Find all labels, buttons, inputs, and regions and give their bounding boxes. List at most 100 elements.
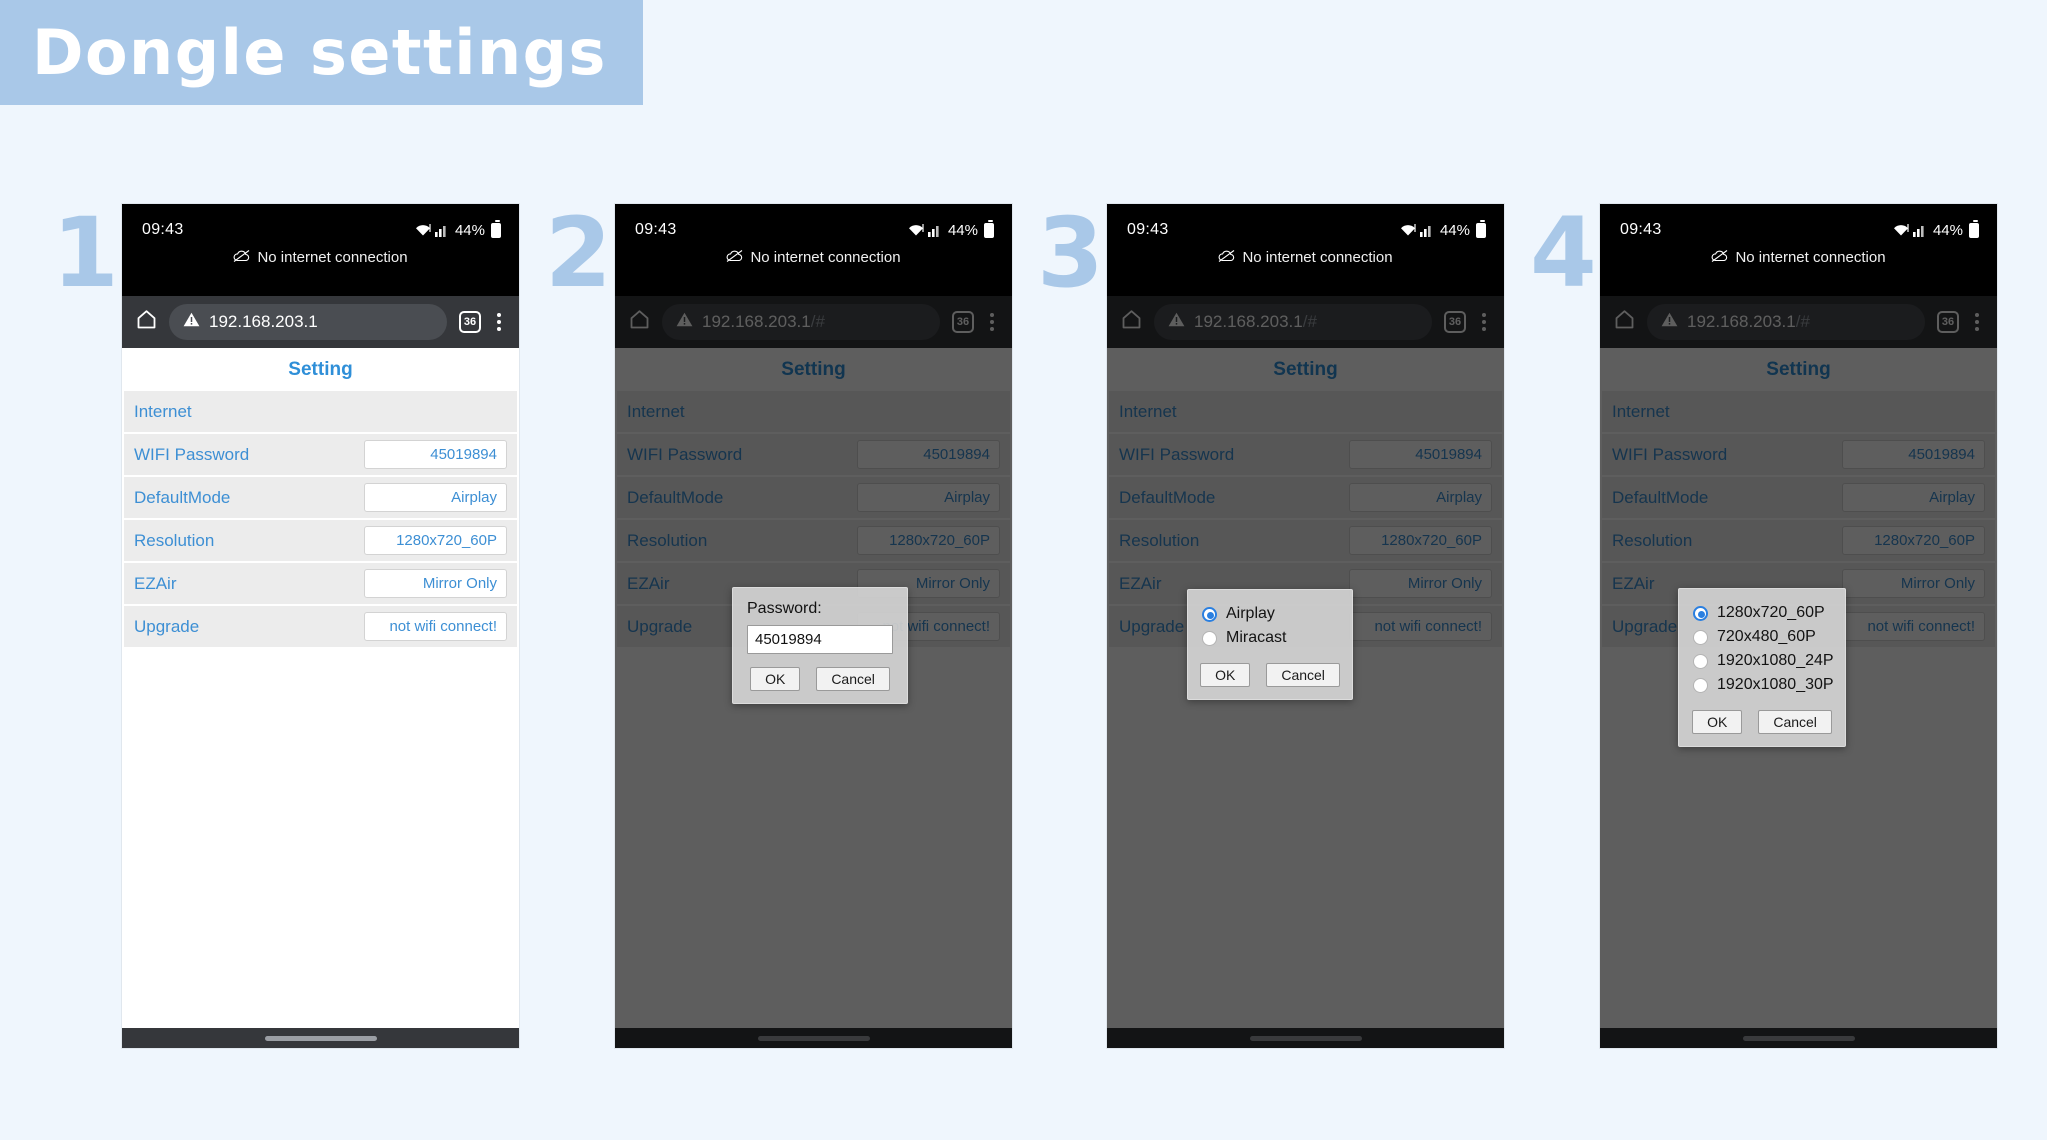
resolution-option-label: 720x480_60P	[1717, 628, 1816, 645]
row-label: EZAir	[134, 573, 177, 593]
mode-option-airplay[interactable]: Airplay	[1202, 602, 1338, 626]
signal-bars-icon	[434, 224, 449, 237]
resolution-option-label: 1280x720_60P	[1717, 604, 1825, 621]
gesture-nav-bar	[122, 1028, 519, 1048]
password-cancel-button[interactable]: Cancel	[816, 667, 890, 691]
android-status-bar: 09:43 44% No internet connection	[122, 204, 519, 296]
step-number-3: 3	[1037, 197, 1104, 309]
title-banner: Dongle settings	[0, 0, 643, 105]
warning-triangle-icon	[183, 312, 200, 332]
wifi-icon	[415, 223, 431, 237]
row-value[interactable]: not wifi connect!	[364, 612, 507, 641]
row-label: DefaultMode	[134, 487, 231, 507]
no-internet-notice: No internet connection	[1600, 244, 1997, 274]
resolution-ok-button[interactable]: OK	[1692, 710, 1743, 734]
default-mode-dialog: Airplay Miracast OK Cancel	[1187, 589, 1353, 700]
radio-unselected-icon[interactable]	[1693, 653, 1708, 669]
password-dialog: Password: OK Cancel	[732, 587, 908, 704]
row-value[interactable]: Mirror Only	[364, 569, 507, 598]
mode-option-miracast[interactable]: Miracast	[1202, 626, 1338, 650]
page-title: Dongle settings	[32, 15, 607, 89]
signal-bars-icon	[1912, 224, 1927, 237]
overflow-menu-icon[interactable]	[493, 313, 505, 331]
wifi-icon	[1893, 223, 1909, 237]
status-clock: 09:43	[142, 221, 184, 238]
status-clock: 09:43	[1127, 221, 1169, 238]
resolution-cancel-button[interactable]: Cancel	[1758, 710, 1832, 734]
gesture-pill[interactable]	[264, 1035, 377, 1041]
resolution-option-1280x720-60p[interactable]: 1280x720_60P	[1693, 601, 1831, 625]
setting-row-defaultmode[interactable]: DefaultMode Airplay	[124, 476, 517, 518]
cloud-off-icon	[233, 249, 250, 266]
resolution-option-720x480-60p[interactable]: 720x480_60P	[1693, 625, 1831, 649]
cloud-off-icon	[1218, 249, 1235, 266]
resolution-option-label: 1920x1080_30P	[1717, 676, 1834, 693]
resolution-option-1920x1080-24p[interactable]: 1920x1080_24P	[1693, 649, 1834, 673]
tab-count-button[interactable]: 36	[459, 311, 481, 333]
poster-canvas: Dongle settings 1 2 3 4 09:43 44% No int…	[0, 0, 2047, 1140]
setting-row-upgrade[interactable]: Upgrade not wifi connect!	[124, 605, 517, 647]
radio-selected-icon[interactable]	[1202, 606, 1217, 622]
step-number-2: 2	[545, 197, 612, 309]
battery-icon	[491, 219, 501, 238]
no-internet-label: No internet connection	[1242, 248, 1393, 266]
status-clock: 09:43	[1620, 221, 1662, 238]
row-label: Resolution	[134, 530, 215, 550]
radio-selected-icon[interactable]	[1693, 605, 1708, 621]
battery-icon	[1969, 219, 1979, 238]
battery-icon	[984, 219, 994, 238]
signal-bars-icon	[1419, 224, 1434, 237]
row-label: Internet	[134, 401, 192, 421]
setting-row-internet[interactable]: Internet	[124, 390, 517, 432]
battery-percent: 44%	[947, 221, 978, 239]
no-internet-notice: No internet connection	[615, 244, 1012, 274]
row-value[interactable]: Airplay	[364, 483, 507, 512]
wifi-icon	[908, 223, 924, 237]
phone-screenshot-3: 09:43 44% No internet connection Airplay…	[1107, 204, 1504, 1048]
battery-icon	[1476, 219, 1486, 238]
no-internet-label: No internet connection	[750, 248, 901, 266]
resolution-option-1920x1080-30p[interactable]: 1920x1080_30P	[1693, 673, 1834, 697]
mode-cancel-button[interactable]: Cancel	[1266, 663, 1340, 687]
url-bar[interactable]: 192.168.203.1	[169, 304, 447, 340]
password-dialog-label: Password:	[747, 600, 822, 617]
password-input[interactable]	[747, 625, 893, 654]
resolution-option-label: 1920x1080_24P	[1717, 652, 1834, 669]
phone-screenshot-2: 09:43 44% No internet connection Passwor…	[615, 204, 1012, 1048]
settings-page: Setting Internet WIFI Password 45019894 …	[122, 348, 519, 1048]
radio-unselected-icon[interactable]	[1202, 630, 1217, 646]
no-internet-notice: No internet connection	[1107, 244, 1504, 274]
password-ok-button[interactable]: OK	[750, 667, 801, 691]
mode-option-label: Miracast	[1226, 629, 1287, 646]
battery-percent: 44%	[1932, 221, 1963, 239]
step-number-4: 4	[1530, 197, 1597, 309]
no-internet-label: No internet connection	[257, 248, 408, 266]
status-clock: 09:43	[635, 221, 677, 238]
phone-screenshot-1: 09:43 44% No internet connection 192.168…	[122, 204, 519, 1048]
setting-row-resolution[interactable]: Resolution 1280x720_60P	[124, 519, 517, 561]
no-internet-notice: No internet connection	[122, 244, 519, 274]
row-label: WIFI Password	[134, 444, 250, 464]
cloud-off-icon	[1711, 249, 1728, 266]
no-internet-label: No internet connection	[1735, 248, 1886, 266]
setting-row-wifi-password[interactable]: WIFI Password 45019894	[124, 433, 517, 475]
battery-percent: 44%	[1439, 221, 1470, 239]
settings-heading: Setting	[288, 359, 353, 380]
android-status-bar: 09:43 44% No internet connection	[1600, 204, 1997, 296]
mode-ok-button[interactable]: OK	[1200, 663, 1251, 687]
battery-percent: 44%	[454, 221, 485, 239]
cloud-off-icon	[726, 249, 743, 266]
mode-option-label: Airplay	[1226, 605, 1275, 622]
row-value[interactable]: 45019894	[364, 440, 507, 469]
row-value[interactable]: 1280x720_60P	[364, 526, 507, 555]
wifi-icon	[1400, 223, 1416, 237]
android-status-bar: 09:43 44% No internet connection	[615, 204, 1012, 296]
signal-bars-icon	[927, 224, 942, 237]
row-label: Upgrade	[134, 616, 200, 636]
radio-unselected-icon[interactable]	[1693, 629, 1708, 645]
url-text: 192.168.203.1	[209, 312, 318, 331]
setting-row-ezair[interactable]: EZAir Mirror Only	[124, 562, 517, 604]
browser-toolbar: 192.168.203.1 36	[122, 296, 519, 348]
radio-unselected-icon[interactable]	[1693, 677, 1708, 693]
home-icon[interactable]	[136, 309, 157, 335]
